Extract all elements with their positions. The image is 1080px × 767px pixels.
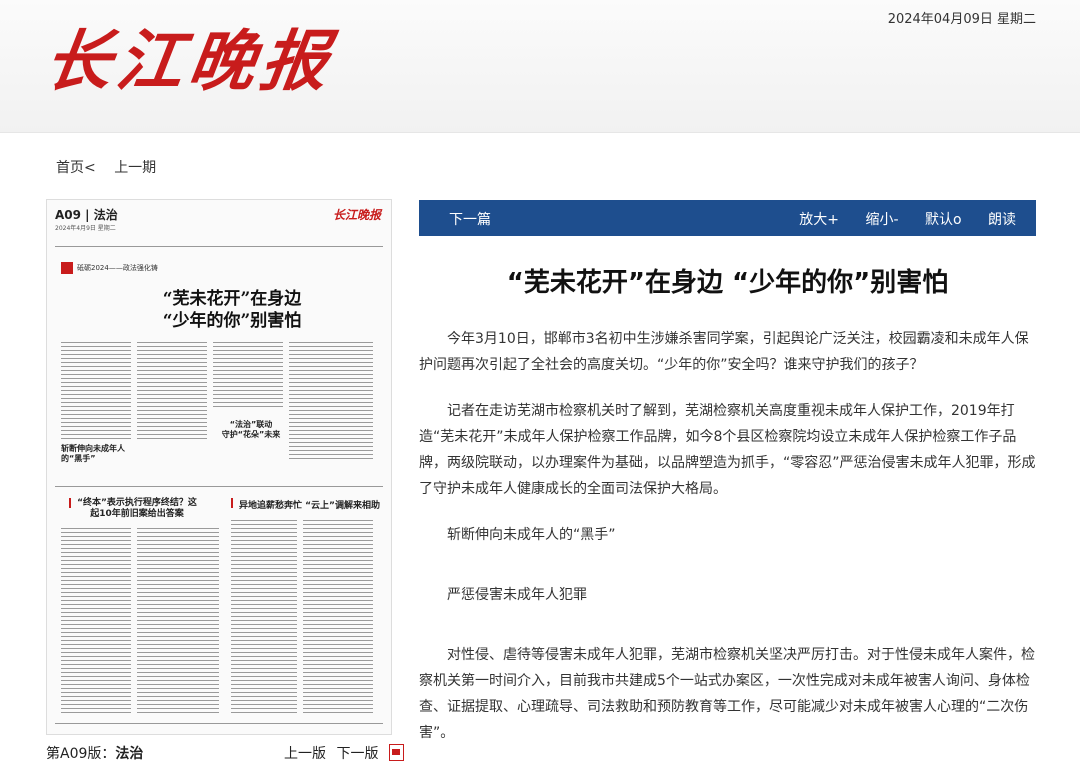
thumb-rule bbox=[55, 723, 383, 724]
edition-label: 第A09版：法治 bbox=[46, 746, 144, 762]
thumb-accent bbox=[69, 498, 71, 508]
article-paragraph: 对性侵、虐待等侵害未成年人犯罪，芜湖市检察机关坚决严厉打击。对于性侵未成年人案件… bbox=[419, 647, 1035, 741]
thumb-story3-title[interactable]: 异地追薪愁奔忙 “云上”调解来相助 bbox=[239, 498, 380, 511]
default-size-button[interactable]: 默认o bbox=[925, 212, 962, 228]
thumb-text-block bbox=[137, 526, 219, 716]
article-body: 今年3月10日，邯郸市3名初中生涉嫌杀害同学案，引起舆论广泛关注，校园霸凌和未成… bbox=[419, 326, 1036, 766]
thumb-text-block bbox=[61, 526, 131, 716]
next-page-link[interactable]: 下一版 bbox=[336, 746, 378, 762]
read-aloud-button[interactable]: 朗读 bbox=[988, 212, 1016, 228]
thumb-logo: 长江晚报 bbox=[332, 208, 381, 222]
thumb-page-label: A09 | 法治 2024年4月9日 星期二 bbox=[55, 208, 118, 232]
thumb-tag-icon bbox=[61, 262, 73, 274]
thumb-story2-title[interactable]: “终本”表示执行程序终结？这起10年前旧案给出答案 bbox=[77, 498, 197, 520]
article-paragraph: 今年3月10日，邯郸市3名初中生涉嫌杀害同学案，引起舆论广泛关注，校园霸凌和未成… bbox=[419, 331, 1029, 373]
thumb-text-block bbox=[289, 340, 373, 460]
issue-date: 2024年04月09日 星期二 bbox=[887, 12, 1036, 27]
next-article-button[interactable]: 下一篇 bbox=[449, 209, 491, 229]
thumb-text-block bbox=[137, 340, 207, 440]
thumb-rule bbox=[55, 246, 383, 247]
article-paragraph: 记者在走访芜湖市检察机关时了解到，芜湖检察机关高度重视未成年人保护工作，2019… bbox=[419, 403, 1036, 497]
thumb-text-block bbox=[303, 518, 373, 716]
thumb-subhead-b: “法治”联动 守护“花朵”未来 bbox=[221, 420, 281, 439]
thumb-accent bbox=[231, 498, 233, 508]
zoom-in-button[interactable]: 放大+ bbox=[799, 212, 839, 228]
prev-issue-link[interactable]: 上一期 bbox=[114, 160, 156, 176]
article-subheading: 严惩侵害未成年人犯罪 bbox=[447, 587, 587, 603]
masthead: 长江晚报 2024年04月09日 星期二 bbox=[0, 0, 1080, 133]
thumb-tag-text: 砥砺2024——政法强化铸 bbox=[77, 264, 158, 272]
newspaper-page-image: A09 | 法治 2024年4月9日 星期二 长江晚报 砥砺2024——政法强化铸… bbox=[47, 200, 391, 734]
thumb-text-block bbox=[213, 340, 283, 410]
thumb-text-block bbox=[231, 518, 297, 716]
pdf-icon[interactable] bbox=[388, 744, 404, 761]
breadcrumb: 首页< 上一期 bbox=[56, 157, 156, 177]
thumb-rule bbox=[55, 486, 383, 487]
article-subheading: 斩断伸向未成年人的“黑手” bbox=[447, 527, 616, 543]
thumb-subhead-a: 斩断伸向未成年人的“黑手” bbox=[61, 444, 125, 463]
article-title: “芜未花开”在身边 “少年的你”别害怕 bbox=[506, 268, 949, 298]
thumb-headline[interactable]: “芜未花开”在身边 “少年的你”别害怕 bbox=[127, 288, 337, 332]
article-toolbar: 下一篇 放大+ 缩小- 默认o 朗读 bbox=[419, 200, 1036, 236]
thumb-text-block bbox=[61, 340, 131, 440]
page-nav: 上一版 下一版 bbox=[284, 743, 410, 763]
prev-page-link[interactable]: 上一版 bbox=[284, 746, 326, 762]
page-thumbnail[interactable]: A09 | 法治 2024年4月9日 星期二 长江晚报 砥砺2024——政法强化铸… bbox=[46, 199, 392, 735]
zoom-out-button[interactable]: 缩小- bbox=[865, 212, 898, 228]
newspaper-logo[interactable]: 长江晚报 bbox=[39, 8, 340, 104]
home-link[interactable]: 首页< bbox=[56, 160, 96, 176]
